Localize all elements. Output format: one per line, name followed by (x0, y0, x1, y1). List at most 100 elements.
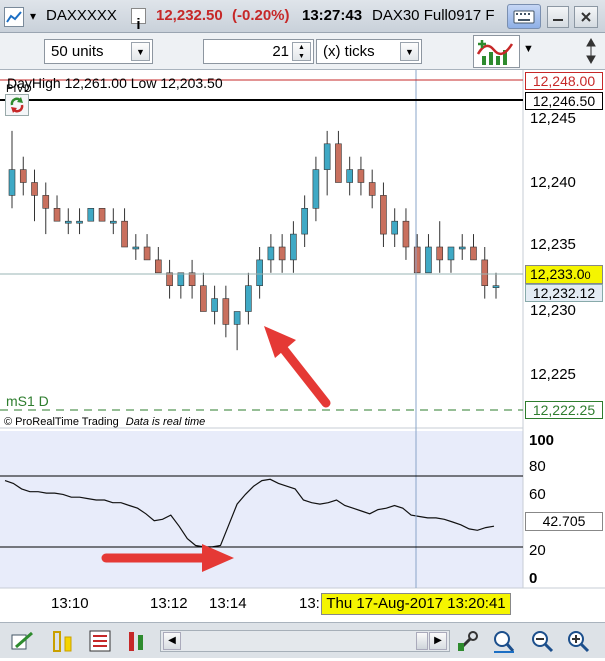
candle-body (458, 246, 466, 250)
chevron-down-icon[interactable]: ▼ (400, 42, 419, 61)
feed-name: DAX30 Full0917 F (372, 7, 495, 24)
day-high-low: DayHigh 12,261.00 Low 12,203.50 (7, 75, 223, 91)
drawing-tool-icon[interactable] (10, 629, 35, 654)
candle-body (346, 169, 353, 183)
candle-body (188, 272, 196, 287)
candle-body (335, 143, 342, 183)
properties-icon[interactable] (88, 629, 113, 654)
candle-body (166, 272, 173, 287)
candle-body (312, 169, 320, 209)
candle-body (31, 182, 38, 196)
settings-tools-icon[interactable] (455, 629, 480, 654)
instrument-name[interactable]: DAXXXXX (46, 7, 117, 24)
order-toolbar: 50 units ▼ 21 ▲ ▼ (x) ticks ▼ ▼ (0, 33, 605, 70)
candle-body (200, 285, 207, 312)
oscillator-pane (0, 431, 523, 588)
minimize-icon[interactable] (547, 6, 569, 28)
candle-body (132, 246, 140, 250)
candle-body (87, 208, 95, 222)
candle-body (413, 246, 421, 274)
axis-tick-label: 12,235 (530, 236, 576, 253)
candle-body (391, 220, 398, 235)
candle-body (155, 259, 162, 274)
candle-body (357, 169, 365, 183)
candle-body (42, 195, 50, 209)
candle-body (121, 220, 128, 248)
candle-body (290, 233, 297, 261)
price-tag-current: 12,232.12 (525, 284, 603, 302)
scroll-right-icon[interactable]: ▶ (429, 632, 447, 650)
axis-tick-label: 13:12 (150, 595, 188, 612)
candle-body (245, 285, 252, 312)
axis-tick-label: 12,240 (530, 174, 576, 191)
scroll-thumb[interactable] (416, 632, 428, 650)
chevron-down-icon[interactable]: ▼ (131, 42, 150, 61)
candle-body (53, 208, 61, 222)
axis-tick-label: 80 (529, 458, 546, 475)
axis-tick-label: 13:14 (209, 595, 247, 612)
candle-body (447, 246, 455, 261)
axis-tick-label: 12,245 (530, 110, 576, 127)
candle-body (8, 169, 16, 196)
indicator-icon[interactable] (51, 629, 76, 654)
units-select[interactable]: 50 units ▼ (44, 39, 153, 64)
candle-body (222, 298, 230, 325)
candle-body (278, 246, 286, 261)
candle-body (436, 246, 444, 261)
price-tag-last: 12,233.00 (525, 265, 603, 284)
axis-tick-label: 0 (529, 570, 538, 587)
last-price: 12,232.50 (156, 7, 223, 24)
keyboard-icon[interactable] (507, 4, 541, 29)
axis-tick-label: 12,230 (530, 302, 576, 319)
copyright-text: © ProRealTime Trading (4, 416, 119, 428)
time-scrollbar[interactable]: ◀ ▶ (160, 630, 450, 652)
price-tag-day: 12,246.50 (525, 92, 603, 110)
candle-body (110, 220, 117, 224)
zoom-out-icon[interactable] (530, 629, 555, 654)
candle-body (64, 220, 72, 224)
price-chart[interactable]: DayHigh 12,261.00 Low 12,203.50 PIVD mS1… (0, 70, 605, 622)
candle-body (19, 169, 27, 183)
ticks-unit-select[interactable]: (x) ticks ▼ (316, 39, 422, 64)
info-icon[interactable]: i (131, 8, 146, 33)
candle-body (481, 259, 489, 286)
price-pane (0, 70, 523, 425)
chevron-down-icon[interactable]: ▼ (523, 43, 534, 55)
axis-tick-label: 13: (299, 595, 320, 612)
ticks-input[interactable]: 21 ▲ ▼ (203, 39, 314, 64)
candle-body (98, 208, 106, 222)
candle-body (301, 208, 308, 235)
price-change: (-0.20%) (232, 7, 290, 24)
close-icon[interactable] (574, 6, 598, 28)
zoom-in-icon[interactable] (566, 629, 591, 654)
candle-body (368, 182, 376, 196)
strategy-icon[interactable] (473, 35, 520, 68)
scroll-left-icon[interactable]: ◀ (163, 632, 181, 650)
tile-icon[interactable]: ▾ (30, 9, 36, 23)
axis-tick-label: 100 (529, 432, 555, 449)
stepper-icon[interactable]: ▲ ▼ (292, 42, 311, 61)
chart-icon[interactable] (4, 7, 24, 27)
candle-body (323, 143, 331, 170)
axis-tick-label: 13:10 (51, 595, 89, 612)
candle-body (425, 246, 432, 274)
zoom-fit-icon[interactable] (491, 629, 516, 654)
refresh-icon[interactable] (5, 94, 29, 116)
axis-tick-label: 20 (529, 542, 546, 559)
candle-body (380, 195, 387, 235)
candle-body (492, 285, 500, 288)
candle-body (267, 246, 275, 261)
ms1-label: mS1 D (6, 393, 49, 409)
osc-value-tag: 42.705 (525, 512, 603, 531)
candle-body (256, 259, 263, 286)
price-tag-ms1: 12,222.25 (525, 401, 603, 419)
axis-tick-label: 60 (529, 486, 546, 503)
title-bar: ▾ DAXXXXX i 12,232.50 (-0.20%) 13:27:43 … (0, 0, 605, 33)
candle-body (470, 246, 477, 261)
axis-tick-label: 12,225 (530, 366, 576, 383)
resize-icon[interactable] (583, 37, 599, 65)
chart-type-icon[interactable] (124, 629, 149, 654)
candle-body (143, 246, 151, 261)
candle-body (76, 220, 83, 224)
chart-canvas[interactable] (0, 70, 605, 622)
